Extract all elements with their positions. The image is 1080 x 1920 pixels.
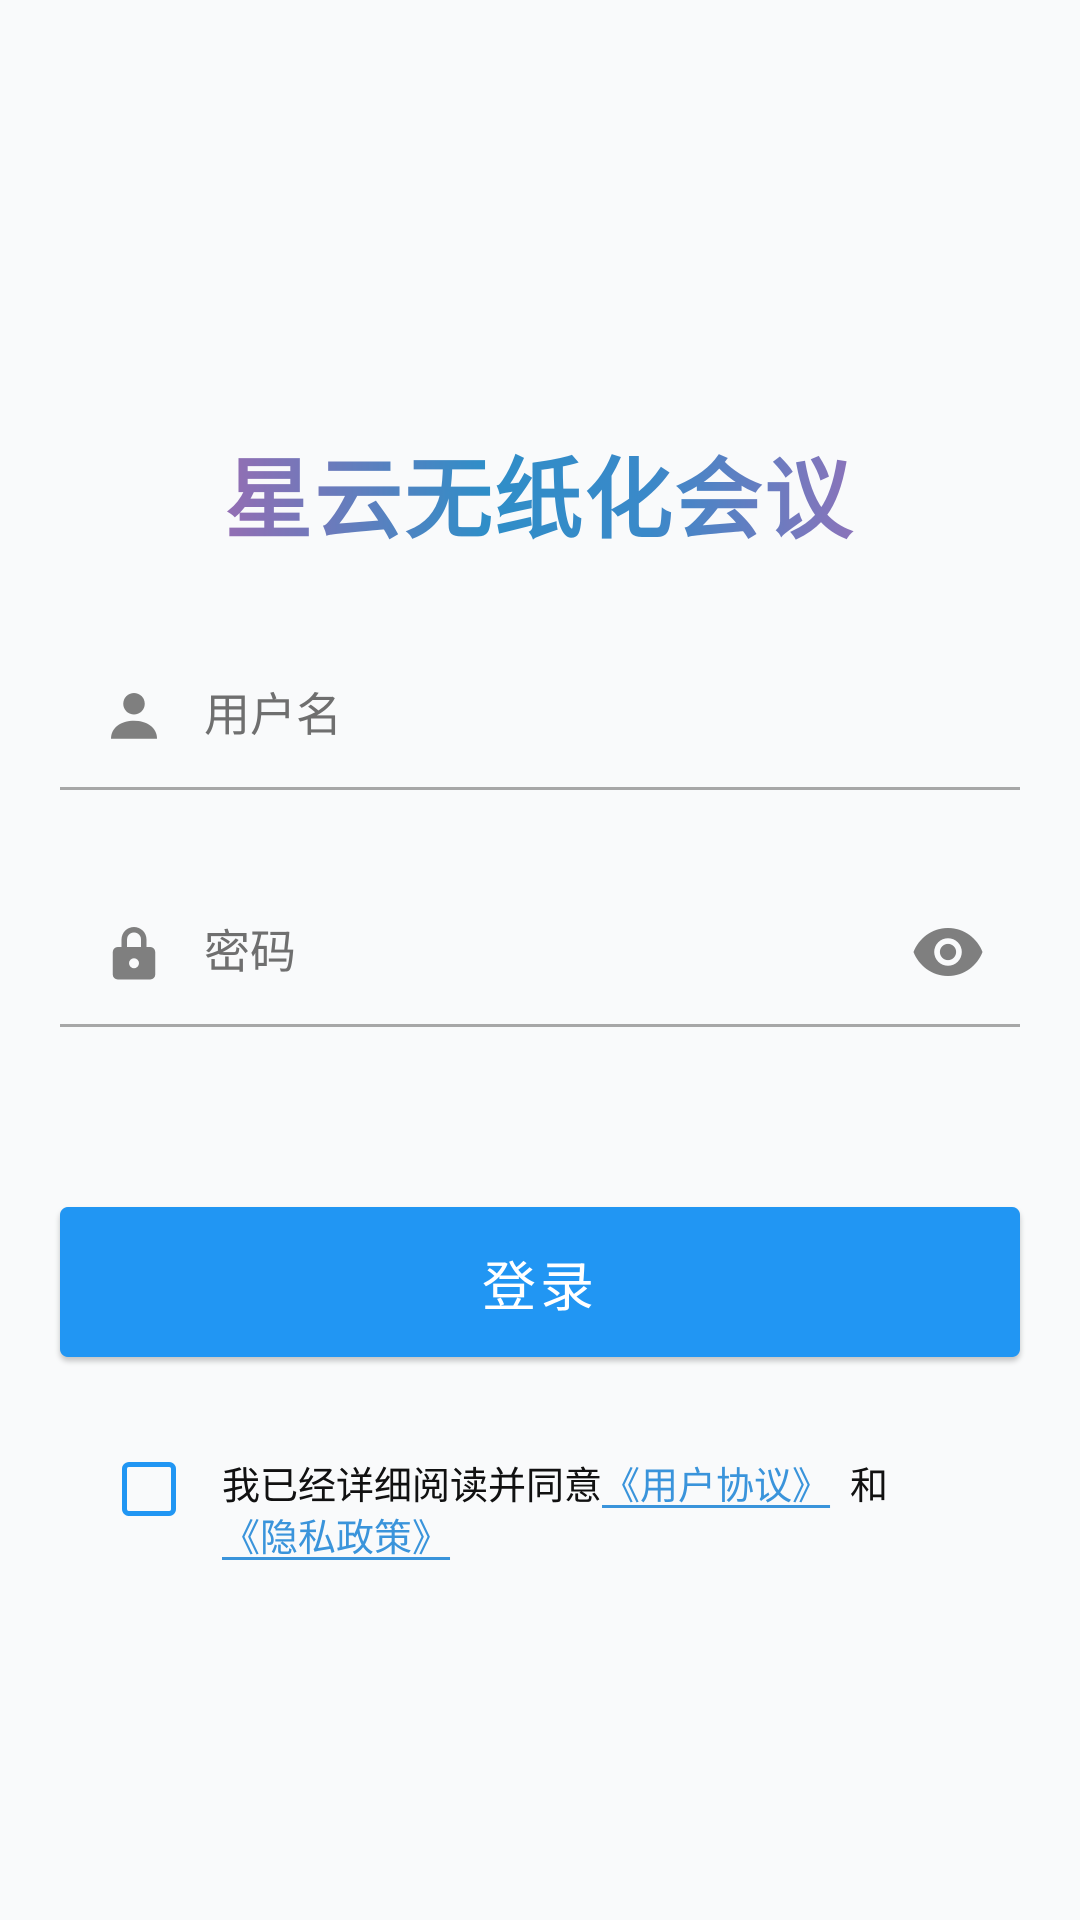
- username-input[interactable]: [204, 680, 884, 750]
- agreement-text: 我已经详细阅读并同意《用户协议》和《隐私政策》: [222, 1460, 982, 1564]
- person-icon: [104, 685, 164, 745]
- agreement-and: 和: [850, 1464, 889, 1508]
- eye-icon[interactable]: [912, 922, 984, 982]
- agreement-prefix: 我已经详细阅读并同意: [222, 1464, 603, 1508]
- login-button[interactable]: 登录: [60, 1207, 1020, 1357]
- user-agreement-link[interactable]: 《用户协议》: [602, 1464, 830, 1508]
- password-field: [60, 877, 1020, 1027]
- agreement-checkbox[interactable]: [122, 1462, 176, 1516]
- password-input[interactable]: [204, 917, 884, 987]
- app-title: 星云无纸化会议: [0, 440, 1080, 560]
- username-field: [60, 640, 1020, 790]
- lock-icon: [104, 922, 164, 982]
- privacy-policy-link[interactable]: 《隐私政策》: [222, 1516, 450, 1560]
